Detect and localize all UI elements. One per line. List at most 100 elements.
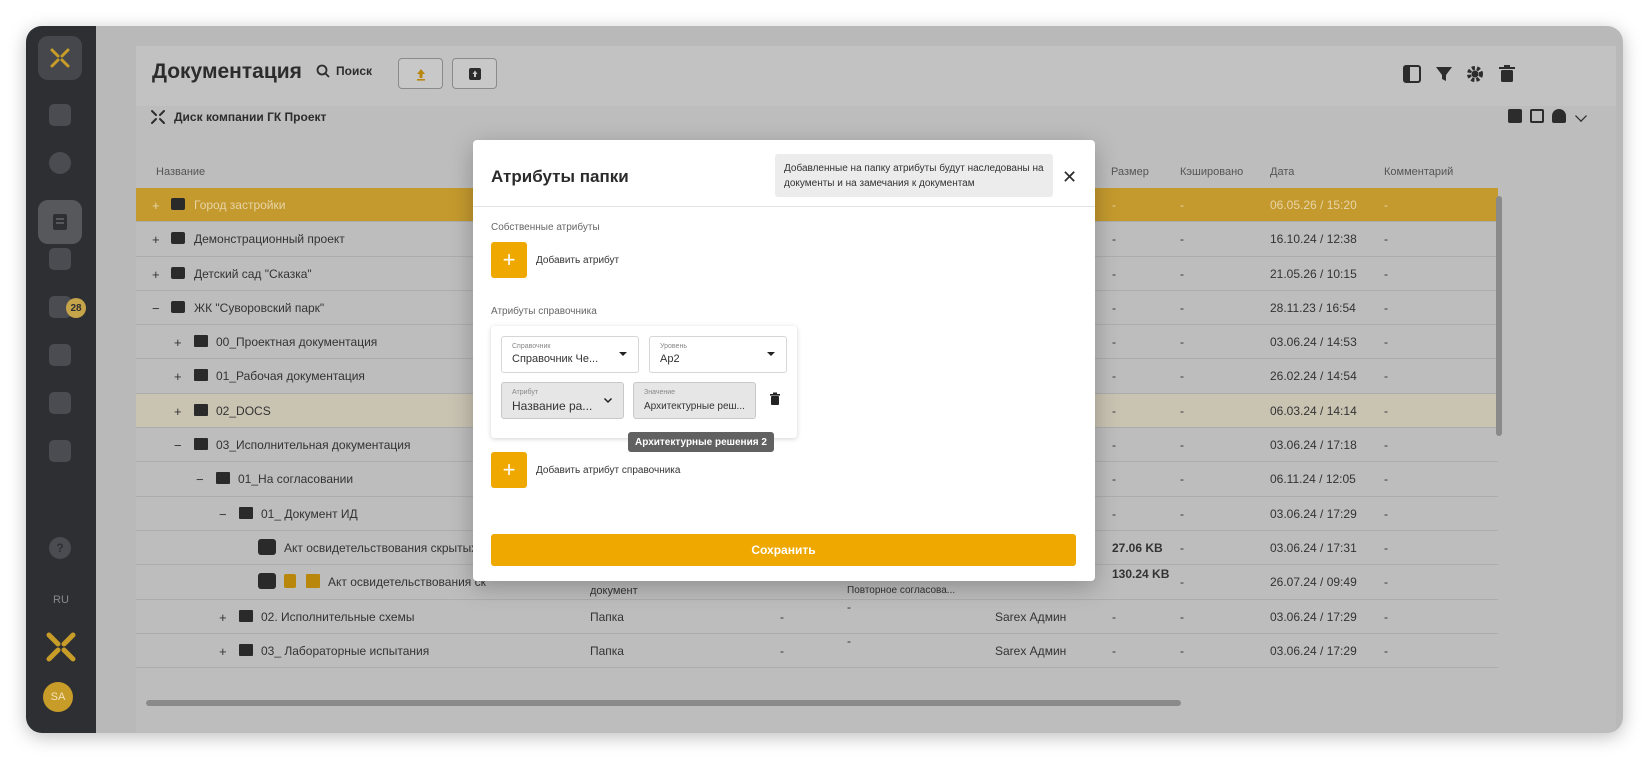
user-access-icon[interactable] <box>1552 109 1566 123</box>
row-size: - <box>1112 438 1116 453</box>
expand-toggle[interactable]: + <box>219 644 227 659</box>
row-name[interactable]: 02. Исполнительные схемы <box>261 610 414 624</box>
clock-icon[interactable] <box>49 152 71 174</box>
row-name[interactable]: Акт освидетельствования скрытых ра <box>284 541 494 555</box>
upload-button[interactable] <box>398 58 443 89</box>
expand-toggle[interactable]: + <box>174 404 182 419</box>
row-name[interactable]: 00_Проектная документация <box>216 335 377 349</box>
catalog-attributes-label: Атрибуты справочника <box>491 306 597 317</box>
chevron-down-icon <box>619 352 627 356</box>
row-name[interactable]: 03_Исполнительная документация <box>216 438 411 452</box>
app-logo[interactable] <box>38 36 82 80</box>
row-name[interactable]: 01_Рабочая документация <box>216 369 365 383</box>
level-select[interactable]: Уровень Ар2 <box>649 336 787 373</box>
table-row[interactable]: + 02. Исполнительные схемы Папка - - Sar… <box>136 600 1498 634</box>
column-cached[interactable]: Кэшировано <box>1180 166 1243 178</box>
row-comment: - <box>1384 575 1388 590</box>
expand-toggle[interactable]: + <box>174 335 182 350</box>
expand-toggle[interactable]: + <box>219 610 227 625</box>
pdf-file-icon <box>258 573 276 590</box>
new-document-icon[interactable] <box>1508 109 1522 123</box>
row-comment: - <box>1384 403 1388 418</box>
column-comment[interactable]: Комментарий <box>1384 166 1453 178</box>
row-name[interactable]: Детский сад "Сказка" <box>194 267 312 281</box>
expand-toggle[interactable]: + <box>152 198 160 213</box>
panel-toggle-icon[interactable] <box>1402 64 1422 84</box>
collapse-toggle[interactable]: − <box>196 472 204 487</box>
add-catalog-attribute-label[interactable]: Добавить атрибут справочника <box>536 465 680 476</box>
trash-icon[interactable] <box>1497 64 1517 84</box>
column-size[interactable]: Размер <box>1111 166 1149 178</box>
expand-toggle[interactable]: + <box>174 369 182 384</box>
new-folder-icon[interactable] <box>1530 109 1544 123</box>
row-dash: - <box>780 643 784 658</box>
attribute-select[interactable]: Атрибут Название ра... <box>501 382 624 419</box>
row-comment: - <box>1384 643 1388 658</box>
column-date[interactable]: Дата <box>1270 166 1294 178</box>
notification-badge: 28 <box>66 298 86 318</box>
chevron-down-icon[interactable] <box>1575 110 1587 122</box>
briefcase-icon <box>171 232 185 245</box>
column-name[interactable]: Название <box>156 166 205 178</box>
building-icon[interactable] <box>49 392 71 414</box>
row-cached: - <box>1180 198 1184 212</box>
folder-icon <box>194 438 208 451</box>
language-switch[interactable]: RU <box>26 594 96 606</box>
chart-icon[interactable] <box>49 440 71 462</box>
row-date: 06.05.26 / 15:20 <box>1270 198 1357 212</box>
table-row[interactable]: + 03_ Лабораторные испытания Папка - - S… <box>136 634 1498 669</box>
folder-icon <box>239 643 253 656</box>
row-name[interactable]: 01_ Документ ИД <box>261 507 358 521</box>
row-cached: - <box>1180 643 1184 658</box>
export-button[interactable] <box>452 58 497 89</box>
row-name[interactable]: ЖК "Суворовский парк" <box>194 301 324 315</box>
value-select[interactable]: Значение Архитектурные реш... <box>633 382 756 419</box>
collapse-toggle[interactable]: − <box>152 301 160 316</box>
row-name[interactable]: Город застройки <box>194 198 285 212</box>
row-name[interactable]: 03_ Лабораторные испытания <box>261 644 429 658</box>
user-avatar[interactable]: SA <box>43 682 73 712</box>
row-comment: - <box>1384 335 1388 350</box>
value-select-value: Архитектурные реш... <box>644 401 745 412</box>
folder-icon <box>194 369 208 382</box>
save-button[interactable]: Сохранить <box>491 534 1076 566</box>
row-comment: - <box>1384 472 1388 487</box>
add-attribute-label[interactable]: Добавить атрибут <box>536 255 619 266</box>
collapse-toggle[interactable]: − <box>174 438 182 453</box>
sidebar: 28 ? RU SA <box>26 26 96 733</box>
row-comment: - <box>1384 300 1388 315</box>
row-name[interactable]: Демонстрационный проект <box>194 232 345 246</box>
level-select-value: Ар2 <box>660 353 680 365</box>
filter-icon[interactable] <box>1434 64 1454 84</box>
row-type: Папка <box>590 643 624 658</box>
row-date: 26.02.24 / 14:54 <box>1270 369 1357 384</box>
calendar-icon[interactable] <box>49 344 71 366</box>
row-name[interactable]: 01_На согласовании <box>238 472 353 486</box>
row-cached: - <box>1180 369 1184 384</box>
main-header: Документация Поиск <box>136 46 1616 106</box>
horizontal-scrollbar[interactable] <box>146 700 1181 706</box>
logo-icon <box>50 48 70 68</box>
expand-toggle[interactable]: + <box>152 232 160 247</box>
help-icon[interactable]: ? <box>49 537 71 559</box>
gear-icon[interactable] <box>1465 64 1485 84</box>
folder-icon <box>216 472 230 485</box>
trash-icon[interactable] <box>769 392 781 406</box>
row-comment: - <box>1384 540 1388 555</box>
close-icon[interactable]: ✕ <box>1062 167 1077 188</box>
row-date: 03.06.24 / 17:18 <box>1270 438 1357 453</box>
video-icon[interactable] <box>49 104 71 126</box>
row-size: - <box>1112 335 1116 350</box>
add-attribute-button[interactable]: + <box>491 242 527 278</box>
vertical-scrollbar[interactable] <box>1496 196 1502 436</box>
search-button[interactable]: Поиск <box>316 64 372 78</box>
collapse-toggle[interactable]: − <box>219 507 227 522</box>
expand-toggle[interactable]: + <box>152 267 160 282</box>
row-name[interactable]: 02_DOCS <box>216 404 271 418</box>
row-size: - <box>1112 266 1116 281</box>
catalog-select[interactable]: Справочник Справочник Че... <box>501 336 639 373</box>
documents-nav-item[interactable] <box>38 200 82 244</box>
add-catalog-attribute-button[interactable]: + <box>491 452 527 488</box>
file-icon[interactable] <box>49 248 71 270</box>
row-name[interactable]: Акт освидетельствования ск <box>328 575 486 589</box>
